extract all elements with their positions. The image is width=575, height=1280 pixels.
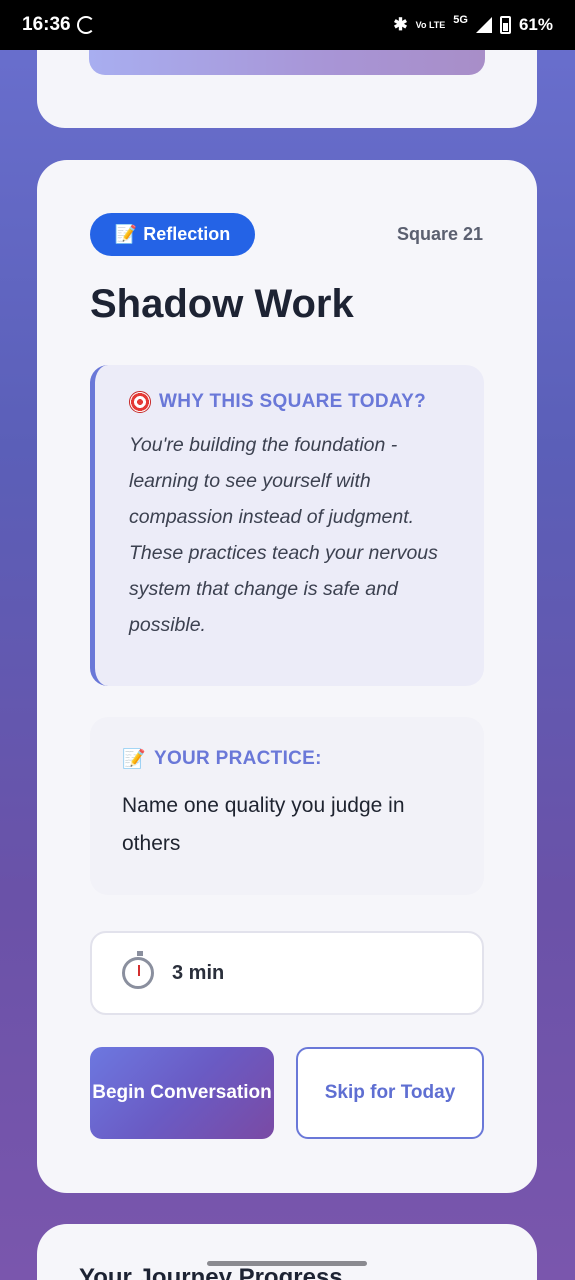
duration-box: 3 min xyxy=(90,931,484,1015)
previous-card-progress-bar xyxy=(89,50,485,75)
practice-text: Name one quality you judge in others xyxy=(122,794,405,855)
square-title: Shadow Work xyxy=(90,282,354,326)
battery-percent: 61% xyxy=(518,15,553,34)
bluetooth-icon: ✱ xyxy=(393,15,408,34)
skip-for-today-button[interactable]: Skip for Today xyxy=(296,1047,484,1139)
why-section: WHY THIS SQUARE TODAY? You're building t… xyxy=(90,365,484,686)
status-bar: 16:36 ✱ Vo LTE 5G 61% xyxy=(0,0,575,50)
home-indicator[interactable] xyxy=(207,1261,367,1266)
memo-icon: 📝 xyxy=(114,224,138,244)
volte-label: Vo LTE xyxy=(415,19,446,30)
memo-icon: 📝 xyxy=(122,749,146,770)
previous-card xyxy=(37,50,537,128)
begin-conversation-button[interactable]: Begin Conversation xyxy=(90,1047,274,1139)
practice-heading-label: YOUR PRACTICE: xyxy=(153,748,322,769)
practice-section: 📝 YOUR PRACTICE: Name one quality you ju… xyxy=(90,717,484,895)
network-5g-label: 5G xyxy=(453,14,468,26)
journey-progress-card: Your Journey Progress xyxy=(37,1224,537,1280)
square-number: Square 21 xyxy=(396,224,483,244)
battery-icon xyxy=(499,16,511,34)
signal-icon xyxy=(475,17,492,33)
journey-progress-title: Your Journey Progress xyxy=(79,1264,343,1280)
sync-icon xyxy=(76,16,95,34)
why-heading: WHY THIS SQUARE TODAY? xyxy=(129,391,454,413)
status-time: 16:36 xyxy=(22,14,71,35)
status-left: 16:36 xyxy=(22,14,95,36)
practice-heading: 📝 YOUR PRACTICE: xyxy=(122,747,452,771)
category-badge-label: Reflection xyxy=(143,224,231,244)
duration-text: 3 min xyxy=(172,961,225,984)
why-text: You're building the foundation - learnin… xyxy=(129,434,438,636)
target-icon xyxy=(129,391,151,413)
status-right: ✱ Vo LTE 5G 61% xyxy=(393,14,553,35)
category-badge: 📝 Reflection xyxy=(90,213,255,256)
stopwatch-icon xyxy=(122,951,154,989)
why-heading-label: WHY THIS SQUARE TODAY? xyxy=(159,391,427,412)
square-card: 📝 Reflection Square 21 Shadow Work WHY T… xyxy=(37,160,537,1193)
